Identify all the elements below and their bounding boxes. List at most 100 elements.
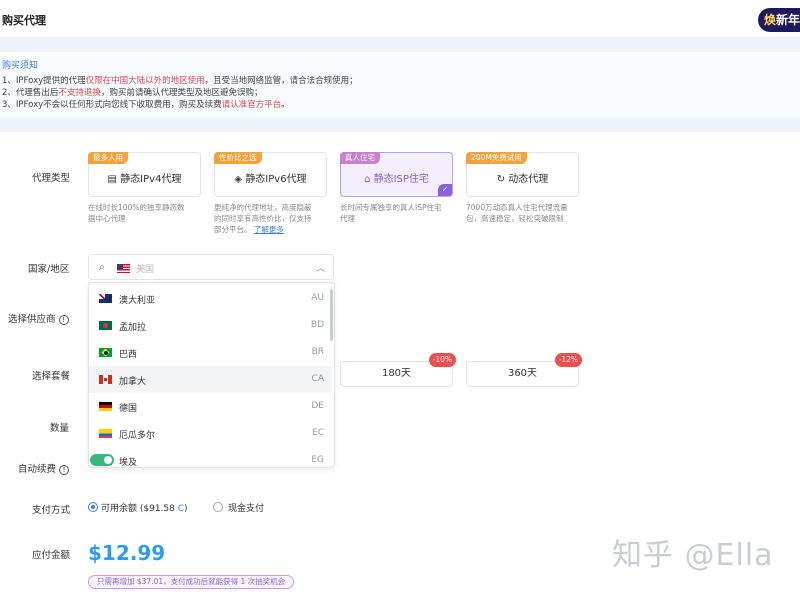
desc-line: 据中心代理 bbox=[88, 214, 126, 223]
desc-line: 7000万动态真人住宅代理流量 bbox=[466, 203, 568, 212]
purchase-notice: 购买须知 1、IPFoxy提供的代理仅限在中国大陆以外的地区使用，且受当地网络监… bbox=[0, 56, 800, 118]
package-option-180[interactable]: 180天 -10% bbox=[340, 353, 456, 387]
notice-line-3: 3、IPFoxy不会以任何形式向您线下收取费用，购买及续费请认准官方平台。 bbox=[2, 99, 800, 111]
country-name: 加拿大 bbox=[119, 377, 147, 387]
label-provider: 选择供应商! bbox=[8, 311, 69, 325]
notice-text: ，购买前请确认代理类型及地区避免误购； bbox=[100, 88, 263, 98]
flag-de-icon bbox=[99, 402, 112, 411]
refresh-icon: ↻ bbox=[496, 174, 506, 185]
payment-cash-radio[interactable] bbox=[213, 502, 223, 512]
notice-highlight: 不支持退换 bbox=[58, 88, 101, 98]
label-provider-text: 选择供应商 bbox=[8, 314, 56, 325]
country-option-ca[interactable]: 加拿大 CA bbox=[89, 366, 332, 393]
country-name: 厄瓜多尔 bbox=[119, 431, 156, 441]
header-divider bbox=[0, 38, 800, 52]
notice-highlight: 请认准官方平台 bbox=[221, 100, 282, 110]
country-name: 孟加拉 bbox=[119, 323, 147, 333]
proxy-type-static-ipv4[interactable]: 最多人用 ▤ 静态IPv4代理 bbox=[88, 152, 201, 197]
auto-renew-toggle[interactable] bbox=[90, 454, 114, 466]
notice-title: 购买须知 bbox=[2, 61, 39, 71]
package-option-360[interactable]: 360天 -12% bbox=[466, 353, 582, 387]
promo-badge-text: 新年 bbox=[776, 13, 800, 27]
flag-bd-disc bbox=[103, 323, 108, 328]
notice-text: 。 bbox=[281, 100, 290, 110]
new-year-promo-badge[interactable]: 焕新年 bbox=[758, 8, 800, 32]
chevron-up-icon[interactable]: ︿ bbox=[316, 261, 325, 274]
proxy-type-dynamic[interactable]: 200M免费试用 ↻ 动态代理 bbox=[466, 152, 579, 197]
top-bar: 购买代理 焕新年 bbox=[0, 0, 800, 38]
desc-line: 代理 bbox=[340, 214, 355, 223]
country-dropdown[interactable]: 澳大利亚 AU 孟加拉 BD 巴西 BR 加拿大 CA 德国 DE 厄瓜多尔 E… bbox=[88, 282, 335, 468]
page-title: 购买代理 bbox=[2, 14, 46, 27]
payment-balance-label[interactable]: 可用余额 ($91.58 C) bbox=[101, 501, 188, 514]
search-icon: ⌕ bbox=[99, 262, 105, 273]
payment-cash-label[interactable]: 现金支付 bbox=[228, 501, 264, 514]
country-code: BD bbox=[310, 320, 324, 330]
flag-au-icon bbox=[99, 294, 112, 303]
label-amount: 应付金额 bbox=[32, 550, 71, 561]
label-proxy-type: 代理类型 bbox=[32, 173, 71, 184]
notice-highlight: 仅限在中国大陆以外的地区使用 bbox=[85, 76, 205, 86]
proxy-type-tag: 200M免费试用 bbox=[466, 152, 527, 164]
balance-text-close: ) bbox=[184, 504, 188, 514]
notice-text: 3、IPFoxy不会以任何形式向您线下收取费用，购买及续费 bbox=[2, 100, 222, 110]
label-auto-renew-text: 自动续费 bbox=[18, 464, 57, 475]
country-select-value: 美国 bbox=[136, 265, 155, 275]
flag-br-globe bbox=[103, 350, 108, 355]
proxy-type-name: ◈ 静态IPv6代理 bbox=[215, 170, 326, 185]
country-code: EG bbox=[311, 455, 324, 465]
proxy-type-label: 动态代理 bbox=[508, 174, 549, 185]
home-icon: ⌂ bbox=[364, 174, 371, 185]
proxy-type-tag: 真人住宅 bbox=[340, 152, 380, 164]
label-quantity: 数量 bbox=[50, 423, 70, 434]
country-name: 埃及 bbox=[119, 458, 138, 468]
country-code: BR bbox=[311, 347, 324, 357]
proxy-type-label: 静态ISP住宅 bbox=[373, 174, 429, 185]
country-option-bd[interactable]: 孟加拉 BD bbox=[89, 312, 332, 339]
desc-line: 长时间专属独享的真人ISP住宅 bbox=[340, 203, 442, 212]
payment-balance-radio[interactable] bbox=[88, 502, 98, 512]
desc-line: 部分平台。 了解更多 bbox=[214, 224, 329, 235]
country-code: AU bbox=[311, 293, 324, 303]
package-label: 180天 bbox=[381, 368, 412, 379]
proxy-type-name: ↻ 动态代理 bbox=[467, 170, 578, 185]
proxy-type-name: ▤ 静态IPv4代理 bbox=[89, 170, 200, 185]
section-divider bbox=[0, 118, 800, 132]
label-country: 国家/地区 bbox=[28, 264, 70, 275]
country-select[interactable]: ⌕ 美国 ︿ bbox=[88, 254, 334, 280]
layers-icon: ◈ bbox=[234, 174, 243, 185]
notice-text: 2、代理售出后 bbox=[2, 88, 59, 98]
proxy-type-static-ipv6[interactable]: 性价比之选 ◈ 静态IPv6代理 bbox=[214, 152, 327, 197]
total-price: $12.99 bbox=[88, 541, 166, 565]
learn-more-link[interactable]: 了解更多 bbox=[254, 225, 284, 234]
discount-badge: -12% bbox=[554, 353, 582, 367]
notice-line-1: 1、IPFoxy提供的代理仅限在中国大陆以外的地区使用，且受当地网络监管，请合法… bbox=[2, 75, 800, 87]
notice-text: ，且受当地网络监管，请合法合规使用； bbox=[204, 76, 358, 86]
label-payment: 支付方式 bbox=[32, 505, 71, 516]
desc-line: 在线时长100%的独享静态数 bbox=[88, 203, 185, 212]
flag-br-icon bbox=[99, 348, 112, 357]
country-option-ec[interactable]: 厄瓜多尔 EC bbox=[89, 420, 332, 447]
zhihu-watermark: 知乎 @Ella bbox=[612, 538, 774, 573]
proxy-type-tag: 最多人用 bbox=[88, 152, 128, 164]
server-icon: ▤ bbox=[107, 174, 117, 185]
proxy-type-static-isp[interactable]: 真人住宅 ⌂ 静态ISP住宅 bbox=[340, 152, 453, 197]
country-option-br[interactable]: 巴西 BR bbox=[89, 339, 332, 366]
proxy-type-tag: 性价比之选 bbox=[214, 152, 262, 164]
country-option-au[interactable]: 澳大利亚 AU bbox=[89, 285, 332, 312]
country-code: EC bbox=[312, 428, 324, 438]
package-label: 360天 bbox=[507, 368, 538, 379]
desc-line: 包，高速稳定，轻松突破限制 bbox=[466, 214, 564, 223]
country-name: 巴西 bbox=[119, 350, 138, 360]
proxy-type-desc: 长时间专属独享的真人ISP住宅 代理 bbox=[340, 202, 455, 224]
info-icon[interactable]: ! bbox=[58, 315, 69, 325]
info-icon[interactable]: ! bbox=[59, 465, 70, 475]
dropdown-scrollbar[interactable] bbox=[330, 289, 333, 341]
country-name: 德国 bbox=[119, 404, 138, 414]
desc-text: 部分平台。 bbox=[214, 225, 252, 234]
country-option-de[interactable]: 德国 DE bbox=[89, 393, 332, 420]
country-option-eg[interactable]: 埃及 EG bbox=[89, 447, 332, 468]
proxy-type-desc: 在线时长100%的独享静态数 据中心代理 bbox=[88, 202, 203, 224]
label-package: 选择套餐 bbox=[32, 371, 71, 382]
flag-ec-icon bbox=[99, 429, 112, 438]
